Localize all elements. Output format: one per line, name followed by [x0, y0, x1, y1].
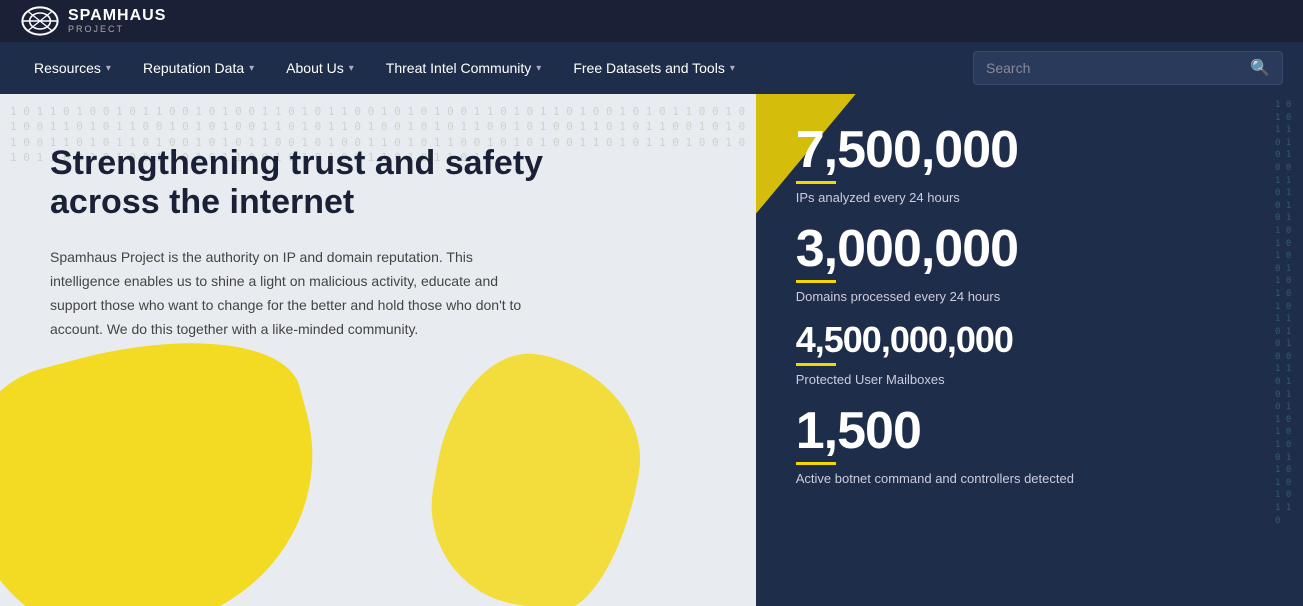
- search-input[interactable]: [986, 60, 1242, 76]
- stat-underline-3: [796, 363, 836, 366]
- search-box[interactable]: 🔍: [973, 51, 1283, 85]
- stat-label-4: Active botnet command and controllers de…: [796, 471, 1263, 486]
- chevron-down-icon: ▾: [536, 63, 541, 74]
- logo[interactable]: SPAMHAUS PROJECT: [20, 5, 166, 37]
- stat-number-1: 7,500,000: [796, 124, 1263, 176]
- logo-subname: PROJECT: [68, 24, 166, 34]
- hero-title: Strengthening trust and safety across th…: [50, 144, 550, 222]
- hero-description: Spamhaus Project is the authority on IP …: [50, 246, 530, 341]
- right-binary-pattern: 1 0 1 0 1 1 0 1 0 1 0 0 1 1 0 1 0 1 0 1 …: [1273, 94, 1303, 606]
- hero-content: Strengthening trust and safety across th…: [50, 144, 706, 341]
- stats-panel: 7,500,000 IPs analyzed every 24 hours 3,…: [796, 124, 1263, 486]
- stat-item-1: 7,500,000 IPs analyzed every 24 hours: [796, 124, 1263, 205]
- stat-label-3: Protected User Mailboxes: [796, 372, 1263, 387]
- nav-item-about[interactable]: About Us ▾: [272, 52, 368, 84]
- stat-item-4: 1,500 Active botnet command and controll…: [796, 405, 1263, 486]
- nav-item-reputation[interactable]: Reputation Data ▾: [129, 52, 268, 84]
- logo-icon: [20, 5, 60, 37]
- chevron-down-icon: ▾: [349, 63, 354, 74]
- nav-item-threat-intel[interactable]: Threat Intel Community ▾: [372, 52, 556, 84]
- stat-number-4: 1,500: [796, 405, 1263, 457]
- hero-left: 1 0 1 1 0 1 0 0 1 0 1 1 0 0 1 0 1 0 0 1 …: [0, 94, 756, 606]
- logo-name: SPAMHAUS: [68, 8, 166, 24]
- nav-item-free-datasets[interactable]: Free Datasets and Tools ▾: [559, 52, 749, 84]
- stat-underline-1: [796, 181, 836, 184]
- search-icon[interactable]: 🔍: [1250, 58, 1270, 78]
- stat-item-3: 4,500,000,000 Protected User Mailboxes: [796, 322, 1263, 387]
- stat-underline-4: [796, 462, 836, 465]
- stat-number-2: 3,000,000: [796, 223, 1263, 275]
- nav-links: Resources ▾ Reputation Data ▾ About Us ▾…: [20, 52, 749, 84]
- chevron-down-icon: ▾: [249, 63, 254, 74]
- stat-label-1: IPs analyzed every 24 hours: [796, 190, 1263, 205]
- stat-number-3: 4,500,000,000: [796, 322, 1263, 358]
- navbar: Resources ▾ Reputation Data ▾ About Us ▾…: [0, 42, 1303, 94]
- hero-right: 1 0 1 0 1 1 0 1 0 1 0 0 1 1 0 1 0 1 0 1 …: [756, 94, 1303, 606]
- hero-section: 1 0 1 1 0 1 0 0 1 0 1 1 0 0 1 0 1 0 0 1 …: [0, 94, 1303, 606]
- stat-label-2: Domains processed every 24 hours: [796, 289, 1263, 304]
- nav-item-resources[interactable]: Resources ▾: [20, 52, 125, 84]
- stat-item-2: 3,000,000 Domains processed every 24 hou…: [796, 223, 1263, 304]
- topbar: SPAMHAUS PROJECT: [0, 0, 1303, 42]
- stat-underline-2: [796, 280, 836, 283]
- chevron-down-icon: ▾: [106, 63, 111, 74]
- chevron-down-icon: ▾: [730, 63, 735, 74]
